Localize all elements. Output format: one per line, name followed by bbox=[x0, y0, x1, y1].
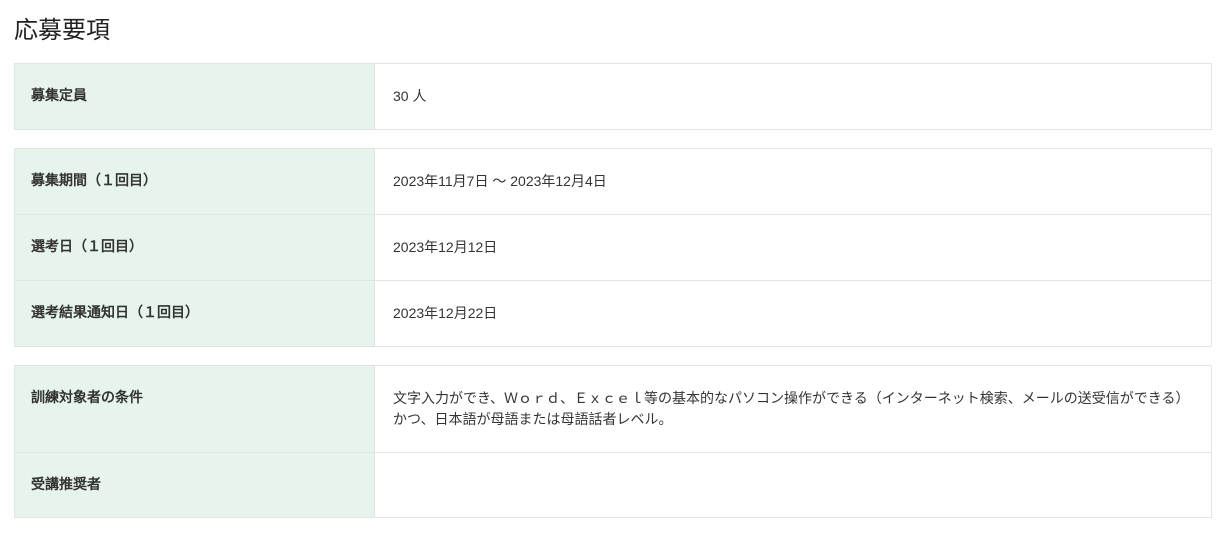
table-row: 選考日（１回目） 2023年12月12日 bbox=[14, 215, 1212, 281]
row-value bbox=[375, 453, 1211, 517]
row-value: 文字入力ができ、Ｗｏｒｄ、Ｅｘｃｅｌ等の基本的なパソコン操作ができる（インターネ… bbox=[375, 366, 1211, 452]
section-title: 応募要項 bbox=[14, 10, 1212, 45]
table-row: 募集期間（１回目） 2023年11月7日 ～ 2023年12月4日 bbox=[14, 148, 1212, 215]
table-row: 選考結果通知日（１回目） 2023年12月22日 bbox=[14, 281, 1212, 347]
table-row: 受講推奨者 bbox=[14, 453, 1212, 518]
row-value: 30 人 bbox=[375, 64, 1211, 129]
info-block-capacity: 募集定員 30 人 bbox=[14, 63, 1212, 130]
row-value: 2023年12月22日 bbox=[375, 281, 1211, 346]
row-label: 選考日（１回目） bbox=[15, 215, 375, 280]
table-row: 訓練対象者の条件 文字入力ができ、Ｗｏｒｄ、Ｅｘｃｅｌ等の基本的なパソコン操作が… bbox=[14, 365, 1212, 453]
table-row: 募集定員 30 人 bbox=[14, 63, 1212, 130]
row-label: 受講推奨者 bbox=[15, 453, 375, 517]
info-block-schedule: 募集期間（１回目） 2023年11月7日 ～ 2023年12月4日 選考日（１回… bbox=[14, 148, 1212, 347]
row-value: 2023年12月12日 bbox=[375, 215, 1211, 280]
row-label: 訓練対象者の条件 bbox=[15, 366, 375, 452]
info-block-conditions: 訓練対象者の条件 文字入力ができ、Ｗｏｒｄ、Ｅｘｃｅｌ等の基本的なパソコン操作が… bbox=[14, 365, 1212, 518]
row-label: 募集期間（１回目） bbox=[15, 149, 375, 214]
row-label: 選考結果通知日（１回目） bbox=[15, 281, 375, 346]
row-label: 募集定員 bbox=[15, 64, 375, 129]
row-value: 2023年11月7日 ～ 2023年12月4日 bbox=[375, 149, 1211, 214]
